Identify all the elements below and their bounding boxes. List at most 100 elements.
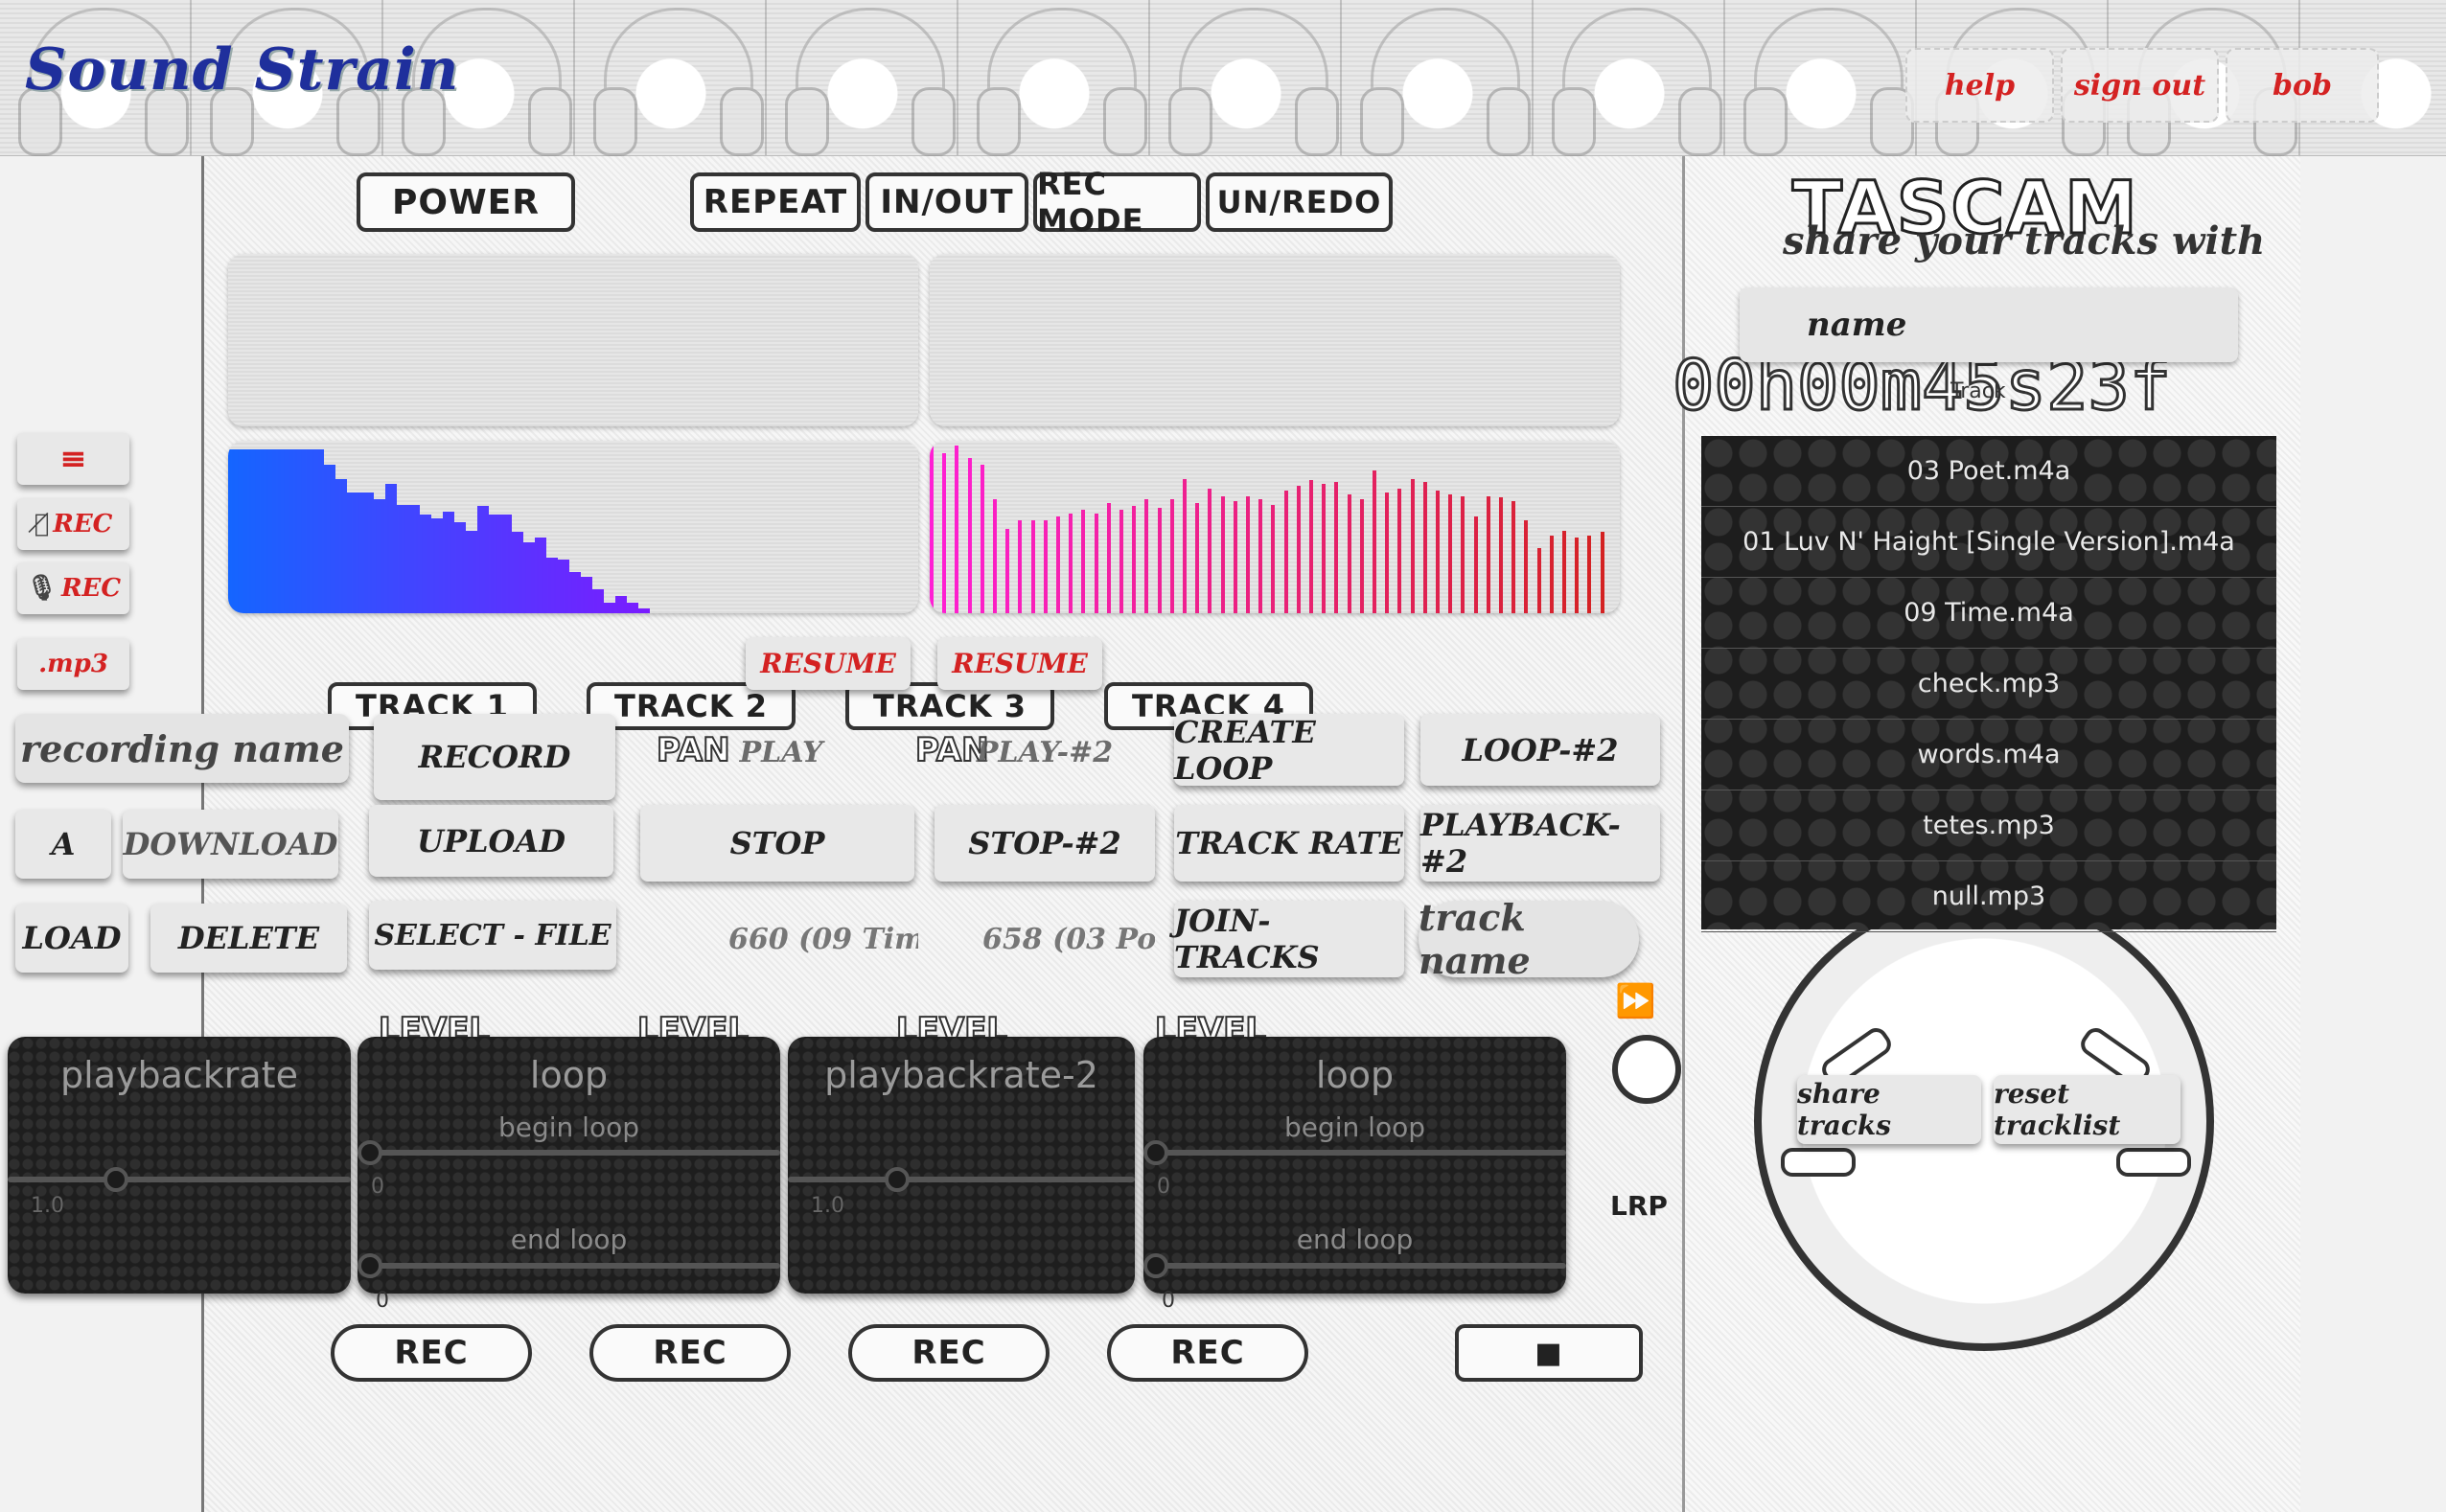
device-inout-label: IN/OUT bbox=[865, 172, 1028, 232]
dial-notch bbox=[1781, 1148, 1856, 1177]
a-button[interactable]: A bbox=[15, 810, 111, 879]
stop-square-icon: ■ bbox=[1455, 1324, 1643, 1382]
track-item[interactable]: tetes.mp3 bbox=[1701, 790, 2276, 861]
panel-title: loop bbox=[529, 1054, 609, 1096]
headphones-icon bbox=[785, 8, 956, 156]
slider-track bbox=[358, 1150, 780, 1156]
playbackrate-slider[interactable] bbox=[103, 1167, 128, 1192]
slider-value: 0 bbox=[371, 1175, 384, 1199]
visualizer-bar bbox=[1410, 479, 1415, 613]
download-button[interactable]: DOWNLOAD bbox=[123, 810, 338, 879]
stop-2-button[interactable]: STOP-#2 bbox=[935, 805, 1155, 882]
playback-2-button[interactable]: PLAYBACK-#2 bbox=[1420, 805, 1660, 882]
fast-forward-icon: ⏩ bbox=[1615, 982, 1656, 1020]
delete-button[interactable]: DELETE bbox=[150, 904, 347, 973]
record-button[interactable]: RECORD bbox=[374, 714, 615, 800]
share-name-input[interactable]: name bbox=[1740, 287, 2238, 362]
begin-loop-slider[interactable] bbox=[358, 1140, 382, 1165]
load-button[interactable]: LOAD bbox=[15, 904, 128, 973]
rec-button-track-3: REC bbox=[848, 1324, 1050, 1382]
rec-button-track-1: REC bbox=[331, 1324, 532, 1382]
rec-muted-button[interactable]: 🎙̸ REC bbox=[17, 498, 129, 550]
visualizer-bar bbox=[1018, 520, 1023, 613]
stop-button[interactable]: STOP bbox=[640, 805, 914, 882]
headphones-icon bbox=[1743, 8, 1914, 156]
resume-button-1[interactable]: RESUME bbox=[746, 637, 911, 690]
join-tracks-button[interactable]: JOIN-TRACKS bbox=[1174, 901, 1404, 977]
frequency-visualizer-1 bbox=[228, 441, 918, 613]
recording-name-input[interactable]: recording name bbox=[15, 714, 349, 783]
end-loop-label: end loop bbox=[510, 1224, 628, 1255]
headphones-icon bbox=[1552, 8, 1722, 156]
visualizer-bar bbox=[1536, 548, 1541, 613]
visualizer-bar bbox=[1233, 501, 1237, 613]
user-link[interactable]: bob bbox=[2226, 48, 2379, 123]
track-readout-1: 660 (09 Time.m4a) bbox=[728, 922, 918, 956]
help-link[interactable]: help bbox=[1905, 48, 2054, 123]
app-logo[interactable]: Sound Strain bbox=[25, 36, 459, 103]
slider-value: 0 bbox=[1157, 1175, 1170, 1199]
track-name-input[interactable]: track name bbox=[1419, 896, 1639, 982]
visualizer-bar bbox=[1144, 499, 1149, 613]
visualizer-bar bbox=[1359, 499, 1364, 613]
track-item[interactable]: 09 Time.m4a bbox=[1701, 578, 2276, 649]
rec-button-track-2: REC bbox=[589, 1324, 791, 1382]
visualizer-bar bbox=[1575, 538, 1580, 613]
lrp-knob bbox=[1612, 1035, 1681, 1104]
visualizer-bar bbox=[1069, 514, 1073, 613]
tracklist: 03 Poet.m4a 01 Luv N' Haight [Single Ver… bbox=[1701, 436, 2276, 932]
track-item[interactable]: 01 Luv N' Haight [Single Version].m4a bbox=[1701, 507, 2276, 578]
end-loop-slider[interactable] bbox=[358, 1253, 382, 1278]
track-item[interactable]: words.m4a bbox=[1701, 720, 2276, 790]
visualizer-bar bbox=[955, 446, 959, 613]
visualizer-bar bbox=[1461, 496, 1465, 613]
select-file-button[interactable]: SELECT - FILE bbox=[369, 901, 616, 970]
play-button[interactable]: PLAY bbox=[637, 723, 925, 781]
reset-tracklist-button[interactable]: reset tracklist bbox=[1994, 1075, 2181, 1144]
visualizer-bar bbox=[1486, 496, 1490, 613]
panel-title: playbackrate-2 bbox=[824, 1054, 1098, 1096]
visualizer-bar bbox=[1208, 489, 1212, 613]
track-tag: Track bbox=[1950, 379, 2006, 403]
sign-out-link[interactable]: sign out bbox=[2061, 48, 2219, 123]
resume-button-2[interactable]: RESUME bbox=[937, 637, 1102, 690]
slider-track bbox=[8, 1177, 351, 1182]
slider-track bbox=[788, 1177, 1135, 1182]
loop-2-button[interactable]: LOOP-#2 bbox=[1420, 714, 1660, 786]
frequency-visualizer-2 bbox=[930, 441, 1620, 613]
end-loop-slider[interactable] bbox=[1143, 1253, 1168, 1278]
upload-button[interactable]: UPLOAD bbox=[369, 805, 613, 877]
create-loop-button[interactable]: CREATE LOOP bbox=[1174, 714, 1404, 787]
end-loop-label: end loop bbox=[1296, 1224, 1414, 1255]
loop-panel: loop begin loop 0 end loop bbox=[358, 1037, 780, 1294]
begin-loop-slider[interactable] bbox=[1143, 1140, 1168, 1165]
visualizer-bar bbox=[1056, 516, 1060, 613]
visualizer-bar bbox=[1195, 503, 1200, 613]
device-power-label: POWER bbox=[357, 172, 575, 232]
visualizer-bar bbox=[1271, 505, 1276, 613]
track-rate-button[interactable]: TRACK RATE bbox=[1174, 805, 1404, 882]
panel-title: playbackrate bbox=[60, 1054, 298, 1096]
slider-track bbox=[1143, 1263, 1566, 1269]
visualizer-bar bbox=[1587, 536, 1592, 613]
menu-icon[interactable]: ≡ bbox=[17, 433, 129, 485]
device-recmode-label: REC MODE bbox=[1033, 166, 1201, 239]
share-tracks-button[interactable]: share tracks bbox=[1797, 1075, 1981, 1144]
visualizer-bar bbox=[1132, 506, 1137, 613]
slider-value: 1.0 bbox=[811, 1194, 844, 1218]
panel-title: loop bbox=[1315, 1054, 1395, 1096]
track-item[interactable]: check.mp3 bbox=[1701, 649, 2276, 720]
begin-loop-label: begin loop bbox=[1283, 1111, 1425, 1143]
mp3-button[interactable]: .mp3 bbox=[17, 638, 129, 690]
rec-button[interactable]: 🎙 REC bbox=[17, 562, 129, 614]
waveform-screen-2 bbox=[930, 254, 1620, 426]
track-readout-2: 658 (03 Poet.m4a) bbox=[982, 922, 1155, 956]
playbackrate-2-slider[interactable] bbox=[884, 1167, 910, 1192]
play-2-button[interactable]: PLAY-#2 bbox=[930, 723, 1160, 781]
visualizer-bar bbox=[1043, 520, 1048, 613]
visualizer-bar bbox=[1081, 510, 1086, 613]
track-item[interactable]: null.mp3 bbox=[1701, 861, 2276, 932]
visualizer-bar bbox=[1347, 494, 1351, 613]
visualizer-bar bbox=[1448, 494, 1453, 613]
track-item[interactable]: 03 Poet.m4a bbox=[1701, 436, 2276, 507]
